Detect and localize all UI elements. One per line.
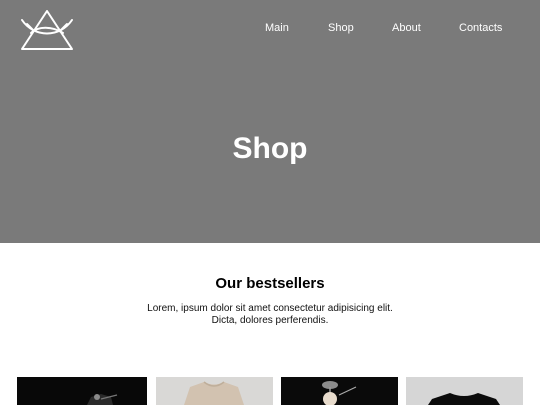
- product-card[interactable]: [281, 377, 398, 405]
- hero-banner: Main Shop About Contacts Shop: [0, 0, 540, 243]
- product-card[interactable]: [156, 377, 273, 405]
- section-description: Lorem, ipsum dolor sit amet consectetur …: [140, 303, 400, 327]
- product-image: [281, 377, 398, 405]
- main-navigation: Main Shop About Contacts: [0, 22, 540, 38]
- product-image: [156, 377, 273, 405]
- nav-item-main[interactable]: Main: [265, 22, 289, 34]
- product-card[interactable]: [17, 377, 147, 405]
- product-card[interactable]: [406, 377, 523, 405]
- product-grid: [0, 377, 540, 405]
- section-title: Our bestsellers: [215, 275, 325, 292]
- section-description-line: Lorem, ipsum dolor sit amet consectetur …: [147, 303, 393, 314]
- product-image: [406, 377, 523, 405]
- page-title: Shop: [232, 132, 308, 165]
- nav-item-shop[interactable]: Shop: [328, 22, 354, 34]
- nav-item-about[interactable]: About: [392, 22, 421, 34]
- section-description-line: Dicta, dolores perferendis.: [211, 315, 329, 326]
- nav-item-contacts[interactable]: Contacts: [459, 22, 502, 34]
- product-image: [17, 377, 147, 405]
